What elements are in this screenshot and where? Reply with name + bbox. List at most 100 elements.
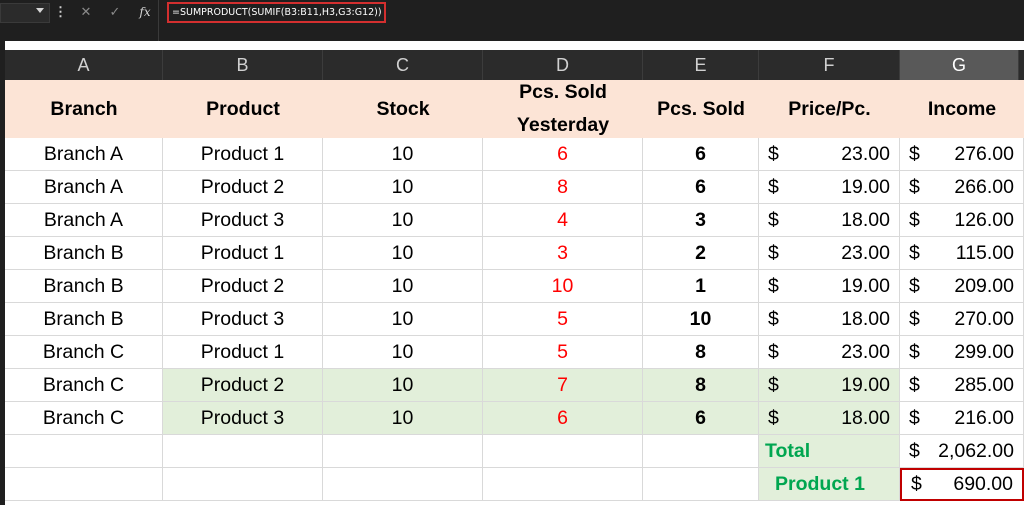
income-cell[interactable]: $216.00 xyxy=(900,402,1024,435)
product-cell[interactable]: Product 1 xyxy=(163,237,323,270)
stock-cell[interactable]: 10 xyxy=(323,171,483,204)
product-cell[interactable]: Product 2 xyxy=(163,171,323,204)
branch-cell[interactable]: Branch C xyxy=(5,336,163,369)
stock-cell[interactable]: 10 xyxy=(323,237,483,270)
income-cell[interactable]: $276.00 xyxy=(900,138,1024,171)
table-cell[interactable] xyxy=(323,435,483,468)
sold-cell[interactable]: 10 xyxy=(643,303,759,336)
table-cell[interactable] xyxy=(5,435,163,468)
price-cell[interactable]: $18.00 xyxy=(759,303,900,336)
income-cell[interactable]: $299.00 xyxy=(900,336,1024,369)
branch-cell[interactable]: Branch A xyxy=(5,171,163,204)
stock-cell[interactable]: 10 xyxy=(323,138,483,171)
table-cell[interactable] xyxy=(643,468,759,501)
income-cell[interactable]: $270.00 xyxy=(900,303,1024,336)
column-header-g[interactable]: G xyxy=(900,50,1019,80)
sold-yesterday-cell[interactable]: 6 xyxy=(483,402,643,435)
header-sold[interactable]: Pcs. Sold xyxy=(643,80,759,138)
column-header-b[interactable]: B xyxy=(163,50,323,80)
header-product[interactable]: Product xyxy=(163,80,323,138)
total-value-cell[interactable]: $ 2,062.00 xyxy=(900,435,1024,468)
product-cell[interactable]: Product 3 xyxy=(163,303,323,336)
sold-yesterday-cell[interactable]: 3 xyxy=(483,237,643,270)
branch-cell[interactable]: Branch C xyxy=(5,402,163,435)
header-income[interactable]: Income xyxy=(900,80,1024,138)
branch-cell[interactable]: Branch B xyxy=(5,270,163,303)
header-stock[interactable]: Stock xyxy=(323,80,483,138)
stock-cell[interactable]: 10 xyxy=(323,303,483,336)
stock-cell[interactable]: 10 xyxy=(323,402,483,435)
cancel-icon[interactable]: ✕ xyxy=(78,3,94,21)
spreadsheet-grid[interactable]: A B C D E F G Branch Product Stock Pcs. … xyxy=(0,41,1024,505)
sold-yesterday-cell[interactable]: 6 xyxy=(483,138,643,171)
total-label[interactable]: Total xyxy=(759,435,900,468)
income-value: 216.00 xyxy=(954,406,1014,429)
column-header-c[interactable]: C xyxy=(323,50,483,80)
column-header-f[interactable]: F xyxy=(759,50,900,80)
column-header-a[interactable]: A xyxy=(5,50,163,80)
stock-cell[interactable]: 10 xyxy=(323,336,483,369)
income-cell[interactable]: $285.00 xyxy=(900,369,1024,402)
enter-icon[interactable]: ✓ xyxy=(106,3,124,21)
sold-yesterday-cell[interactable]: 10 xyxy=(483,270,643,303)
table-cell[interactable] xyxy=(483,468,643,501)
price-cell[interactable]: $18.00 xyxy=(759,402,900,435)
price-cell[interactable]: $23.00 xyxy=(759,237,900,270)
name-box[interactable] xyxy=(0,3,50,23)
sold-yesterday-cell[interactable]: 5 xyxy=(483,336,643,369)
branch-cell[interactable]: Branch B xyxy=(5,303,163,336)
price-cell[interactable]: $23.00 xyxy=(759,336,900,369)
income-cell[interactable]: $126.00 xyxy=(900,204,1024,237)
sold-cell[interactable]: 8 xyxy=(643,336,759,369)
table-cell[interactable] xyxy=(643,435,759,468)
sold-cell[interactable]: 1 xyxy=(643,270,759,303)
table-cell[interactable] xyxy=(5,468,163,501)
price-cell[interactable]: $23.00 xyxy=(759,138,900,171)
price-cell[interactable]: $19.00 xyxy=(759,369,900,402)
sold-cell[interactable]: 8 xyxy=(643,369,759,402)
sold-cell[interactable]: 6 xyxy=(643,171,759,204)
product-cell[interactable]: Product 1 xyxy=(163,336,323,369)
price-cell[interactable]: $19.00 xyxy=(759,171,900,204)
product-cell[interactable]: Product 2 xyxy=(163,270,323,303)
branch-cell[interactable]: Branch C xyxy=(5,369,163,402)
sold-yesterday-cell[interactable]: 8 xyxy=(483,171,643,204)
stock-cell[interactable]: 10 xyxy=(323,369,483,402)
sold-yesterday-cell[interactable]: 5 xyxy=(483,303,643,336)
sold-cell[interactable]: 6 xyxy=(643,402,759,435)
stock-cell[interactable]: 10 xyxy=(323,204,483,237)
header-branch[interactable]: Branch xyxy=(5,80,163,138)
branch-cell[interactable]: Branch B xyxy=(5,237,163,270)
product-cell[interactable]: Product 2 xyxy=(163,369,323,402)
column-header-e[interactable]: E xyxy=(643,50,759,80)
stock-cell[interactable]: 10 xyxy=(323,270,483,303)
table-cell[interactable] xyxy=(323,468,483,501)
sold-cell[interactable]: 2 xyxy=(643,237,759,270)
price-cell[interactable]: $18.00 xyxy=(759,204,900,237)
formula-input[interactable]: =SUMPRODUCT(SUMIF(B3:B11,H3,G3:G12)) xyxy=(167,2,386,23)
product-cell[interactable]: Product 3 xyxy=(163,204,323,237)
header-price[interactable]: Price/Pc. xyxy=(759,80,900,138)
sold-yesterday-cell[interactable]: 4 xyxy=(483,204,643,237)
product-total-label[interactable]: Product 1 xyxy=(759,468,900,501)
price-value: 18.00 xyxy=(841,208,890,231)
income-cell[interactable]: $266.00 xyxy=(900,171,1024,204)
income-cell[interactable]: $115.00 xyxy=(900,237,1024,270)
table-cell[interactable] xyxy=(163,468,323,501)
table-cell[interactable] xyxy=(483,435,643,468)
chevron-down-icon[interactable] xyxy=(36,8,44,13)
product-cell[interactable]: Product 1 xyxy=(163,138,323,171)
insert-function-icon[interactable]: fx xyxy=(138,3,152,21)
more-options-icon[interactable]: ⋮ xyxy=(54,3,67,21)
branch-cell[interactable]: Branch A xyxy=(5,204,163,237)
header-sold-yesterday[interactable]: Pcs. Sold Yesterday xyxy=(483,80,643,138)
price-cell[interactable]: $19.00 xyxy=(759,270,900,303)
sold-cell[interactable]: 6 xyxy=(643,138,759,171)
sold-cell[interactable]: 3 xyxy=(643,204,759,237)
product-total-value-cell[interactable]: $ 690.00 xyxy=(900,468,1024,501)
branch-cell[interactable]: Branch A xyxy=(5,138,163,171)
income-cell[interactable]: $209.00 xyxy=(900,270,1024,303)
product-cell[interactable]: Product 3 xyxy=(163,402,323,435)
table-cell[interactable] xyxy=(163,435,323,468)
sold-yesterday-cell[interactable]: 7 xyxy=(483,369,643,402)
